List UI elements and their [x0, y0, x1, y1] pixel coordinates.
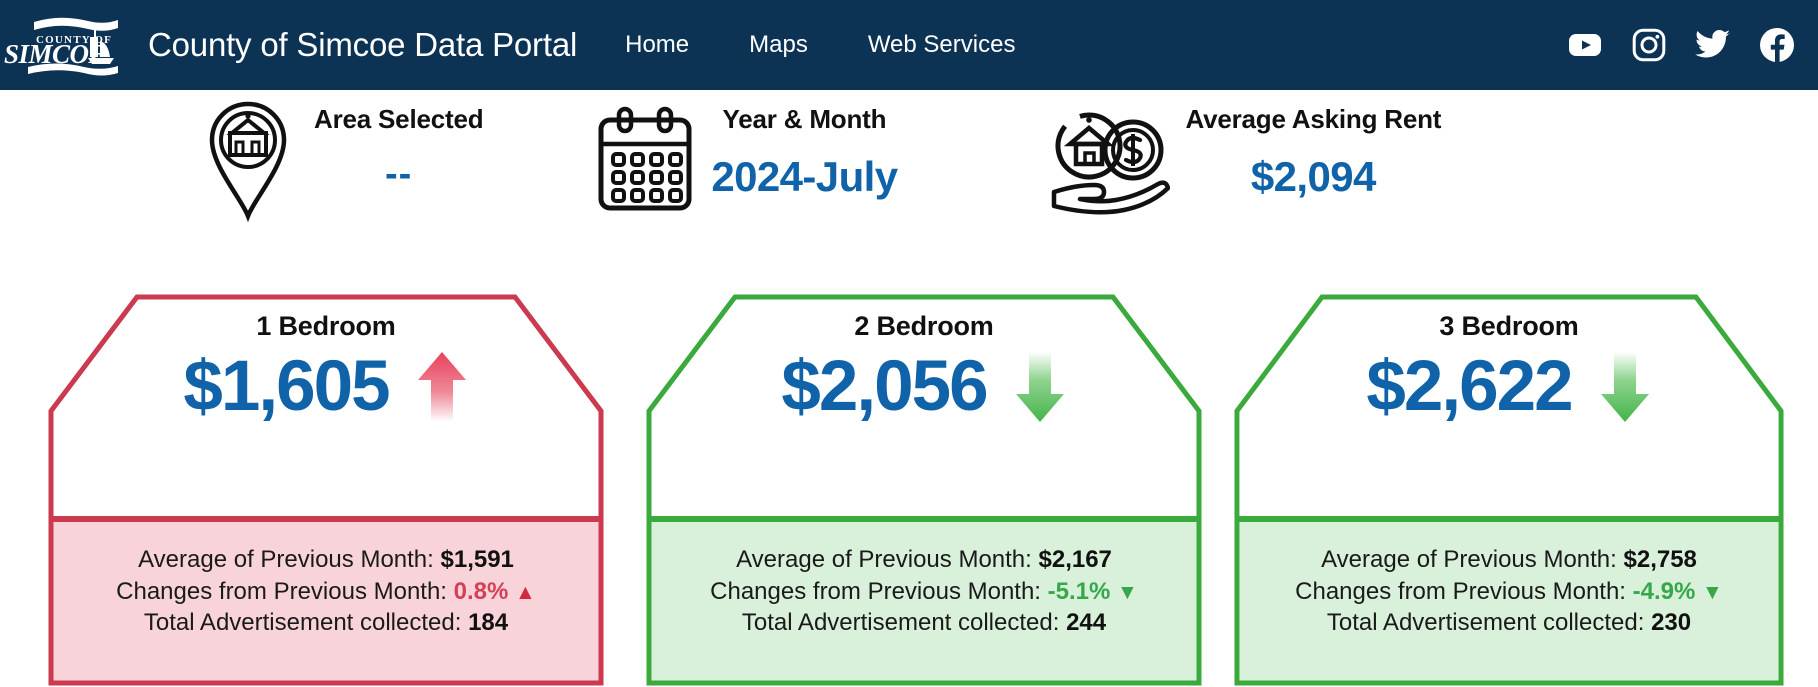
instagram-icon[interactable]: [1630, 26, 1668, 64]
kpi-year-month-value: 2024-July: [711, 153, 898, 200]
site-header: COUNTY OF SIMCOE County of Simcoe Data P…: [0, 0, 1818, 90]
card-1-bedroom[interactable]: 1 Bedroom $1,605 Average of Previous Mon…: [47, 281, 605, 687]
kpi-average-asking-rent-label: Average Asking Rent: [1185, 104, 1442, 134]
kpi-average-asking-rent-value: $2,094: [1250, 153, 1376, 200]
kpi-area-selected: Area Selected --: [196, 90, 484, 226]
hand-house-coin-icon: [1047, 96, 1171, 226]
kpi-area-selected-label: Area Selected: [314, 104, 484, 134]
kpi-average-asking-rent-text: Average Asking Rent $2,094: [1185, 104, 1441, 201]
kpi-year-month: Year & Month 2024-July: [593, 90, 898, 226]
kpi-average-asking-rent: Average Asking Rent $2,094: [1047, 90, 1441, 226]
facebook-icon[interactable]: [1758, 26, 1796, 64]
main-navigation: Home Maps Web Services: [615, 25, 1025, 65]
youtube-icon[interactable]: [1566, 26, 1604, 64]
kpi-area-selected-value: --: [385, 153, 413, 195]
calendar-icon: [593, 96, 697, 226]
kpi-area-selected-text: Area Selected --: [314, 104, 484, 196]
kpi-year-month-text: Year & Month 2024-July: [711, 104, 898, 201]
card-3-bedroom[interactable]: 3 Bedroom $2,622 Average of Previous Mon…: [1233, 281, 1785, 687]
twitter-icon[interactable]: [1694, 26, 1732, 64]
data-portal-page: COUNTY OF SIMCOE County of Simcoe Data P…: [0, 0, 1818, 687]
page-title: County of Simcoe Data Portal: [148, 26, 578, 63]
nav-item-maps[interactable]: Maps: [739, 25, 818, 65]
kpi-year-month-label: Year & Month: [722, 104, 887, 134]
map-pin-building-icon: [196, 96, 300, 226]
bedroom-cards-row: 1 Bedroom $1,605 Average of Previous Mon…: [0, 275, 1818, 687]
card-2-bedroom[interactable]: 2 Bedroom $2,056 Average of Previous Mon…: [645, 281, 1203, 687]
nav-item-web-services[interactable]: Web Services: [858, 25, 1026, 65]
county-of-simcoe-logo[interactable]: COUNTY OF SIMCOE: [2, 0, 124, 90]
nav-item-home[interactable]: Home: [615, 25, 699, 65]
social-links: [1566, 0, 1796, 90]
kpi-row: Area Selected -- Year & Month 2024-July …: [0, 90, 1818, 275]
